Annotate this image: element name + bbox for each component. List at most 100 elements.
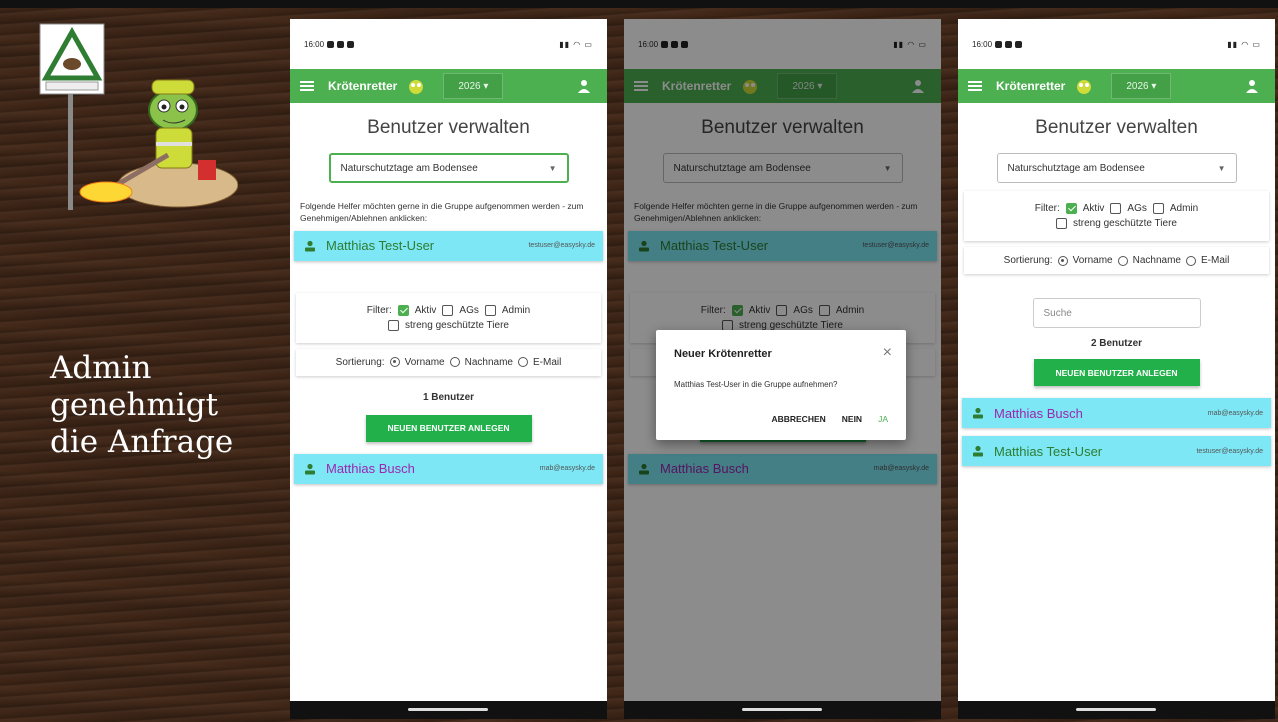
dialog-title: Neuer Krötenretter [674, 348, 772, 360]
app-title: Krötenretter [328, 79, 398, 93]
radio-nachname[interactable] [1117, 255, 1128, 266]
person-icon [973, 445, 983, 457]
toad-rescue-logo [28, 20, 239, 220]
status-time: 16:00 [304, 39, 325, 49]
sort-option-label: Vorname [404, 356, 445, 368]
filter-option-label: Admin [1169, 203, 1199, 214]
checkbox-aktiv[interactable] [1065, 203, 1077, 214]
user-name: Matthias Test-User [994, 443, 1103, 459]
navigation-bar [624, 701, 941, 719]
filter-option-label: streng geschützte Tiere [405, 319, 509, 331]
user-count: 1 Benutzer [422, 391, 475, 403]
navigation-bar [958, 701, 1275, 719]
home-handle[interactable] [742, 708, 822, 711]
filter-label: Filter: [366, 304, 392, 316]
signal-wifi-battery-icon: ▮▮ ◠ ▭ [1227, 39, 1261, 49]
user-email: mab@easysky.de [539, 465, 595, 473]
radio-vorname[interactable] [389, 357, 400, 368]
person-icon[interactable] [577, 79, 591, 93]
status-bar: 16:00 ▮▮ ◠ ▭ [290, 19, 607, 69]
sort-option-label: Nachname [1132, 255, 1181, 266]
checkbox-ags[interactable] [442, 304, 454, 316]
status-time: 16:00 [972, 39, 993, 49]
year-select[interactable]: 2026 ▾ [1111, 73, 1172, 99]
no-button[interactable]: NEIN [842, 414, 862, 424]
home-handle[interactable] [408, 708, 488, 711]
sort-option-label: E-Mail [532, 356, 562, 368]
user-name: Matthias Test-User [326, 238, 435, 254]
filter-option-label: streng geschützte Tiere [1073, 218, 1177, 229]
sort-panel: Sortierung: Vorname Nachname E-Mail [296, 349, 601, 376]
dialog-message: Matthias Test-User in die Gruppe aufnehm… [674, 380, 838, 389]
sort-option-label: Nachname [464, 356, 513, 368]
user-name: Matthias Busch [326, 461, 415, 477]
checkbox-admin[interactable] [484, 304, 496, 316]
slide-caption: Admin genehmigt die Anfrage [50, 350, 234, 461]
filter-panel: Filter: Aktiv AGs Admin streng geschützt… [964, 191, 1269, 241]
year-select[interactable]: 2026 ▾ [443, 73, 504, 99]
app-bar: Krötenretter 2026 ▾ [958, 69, 1275, 103]
search-input[interactable]: Suche [1032, 298, 1201, 328]
user-email: mab@easysky.de [1207, 409, 1263, 417]
caret-down-icon: ▼ [1217, 163, 1226, 173]
cancel-button[interactable]: ABBRECHEN [771, 414, 825, 424]
checkbox-aktiv[interactable] [397, 304, 409, 316]
dialog-actions: ABBRECHEN NEIN JA [771, 414, 888, 424]
checkbox-protected-animals[interactable] [1056, 218, 1068, 229]
group-select[interactable]: Naturschutztage am Bodensee ▼ [996, 153, 1237, 183]
toad-avatar-icon [1077, 80, 1092, 94]
yes-button[interactable]: JA [878, 414, 888, 424]
sort-option-label: Vorname [1072, 255, 1113, 266]
user-email: testuser@easysky.de [528, 242, 595, 250]
pending-user-card[interactable]: Matthias Test-User testuser@easysky.de [294, 230, 603, 261]
phone-screen-1: 16:00 ▮▮ ◠ ▭ Krötenretter 2026 ▾ Benutze… [290, 19, 607, 719]
phone-screen-3: 16:00 ▮▮ ◠ ▭ Krötenretter 2026 ▾ Benutze… [958, 19, 1275, 719]
radio-email[interactable] [517, 357, 528, 368]
hamburger-icon[interactable] [968, 81, 982, 91]
new-user-button[interactable]: NEUEN BENUTZER ANLEGEN [365, 414, 532, 442]
phone-screen-2: 16:00 ▮▮ ◠ ▭ Krötenretter 2026 ▾ Benutze… [624, 19, 941, 719]
person-icon [305, 463, 315, 475]
signal-wifi-battery-icon: ▮▮ ◠ ▭ [559, 39, 593, 49]
filter-option-label: Aktiv [1082, 203, 1105, 214]
app-bar: Krötenretter 2026 ▾ [290, 69, 607, 103]
checkbox-protected-animals[interactable] [388, 319, 400, 331]
filter-option-label: Admin [501, 304, 531, 316]
sort-panel: Sortierung: Vorname Nachname E-Mail [964, 247, 1269, 274]
filter-option-label: AGs [1127, 203, 1147, 214]
checkbox-ags[interactable] [1110, 203, 1122, 214]
filter-label: Filter: [1034, 203, 1060, 214]
radio-nachname[interactable] [449, 357, 460, 368]
radio-vorname[interactable] [1057, 255, 1068, 266]
user-email: testuser@easysky.de [1196, 447, 1263, 455]
filter-option-label: Aktiv [414, 304, 437, 316]
user-card[interactable]: Matthias Busch mab@easysky.de [962, 398, 1271, 428]
filter-option-label: AGs [459, 304, 479, 316]
new-user-button[interactable]: NEUEN BENUTZER ANLEGEN [1033, 359, 1200, 386]
page-title: Benutzer verwalten [1035, 117, 1198, 138]
filter-panel: Filter: Aktiv AGs Admin streng geschützt… [296, 293, 601, 343]
user-card[interactable]: Matthias Busch mab@easysky.de [294, 453, 603, 484]
person-icon[interactable] [1245, 79, 1259, 93]
status-bar: 16:00 ▮▮ ◠ ▭ [958, 19, 1275, 69]
close-icon[interactable]: × [883, 344, 892, 362]
top-frame-edge [0, 0, 1278, 8]
page-title: Benutzer verwalten [367, 117, 530, 138]
group-select-value: Naturschutztage am Bodensee [1007, 162, 1145, 174]
navigation-bar [290, 701, 607, 719]
checkbox-admin[interactable] [1152, 203, 1164, 214]
confirm-dialog: Neuer Krötenretter × Matthias Test-User … [656, 330, 906, 440]
sort-option-label: E-Mail [1200, 255, 1230, 266]
pending-requests-text: Folgende Helfer möchten gerne in die Gru… [300, 201, 584, 223]
caret-down-icon: ▼ [548, 163, 557, 173]
app-title: Krötenretter [996, 79, 1066, 93]
group-select[interactable]: Naturschutztage am Bodensee ▼ [328, 153, 569, 183]
user-count: 2 Benutzer [1090, 338, 1143, 349]
group-select-value: Naturschutztage am Bodensee [340, 162, 478, 174]
home-handle[interactable] [1076, 708, 1156, 711]
person-icon [305, 240, 315, 252]
user-card[interactable]: Matthias Test-User testuser@easysky.de [962, 436, 1271, 466]
sort-label: Sortierung: [1003, 255, 1053, 266]
hamburger-icon[interactable] [300, 81, 314, 91]
radio-email[interactable] [1185, 255, 1196, 266]
